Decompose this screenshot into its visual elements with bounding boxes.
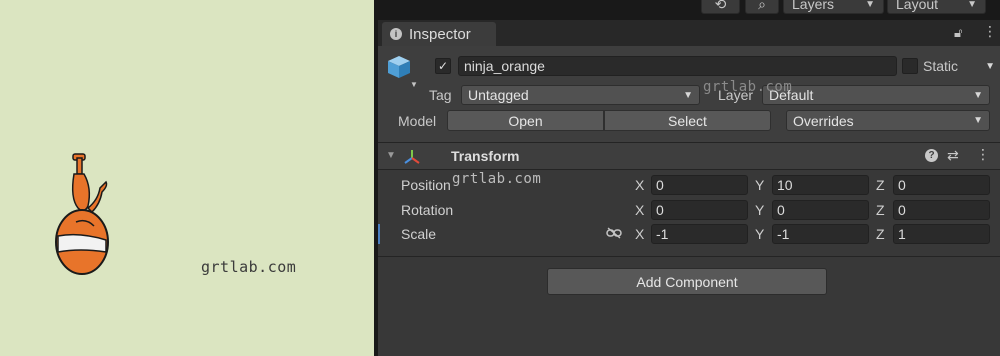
scale-z-axis-label[interactable]: Z	[876, 226, 885, 242]
rotation-z-field[interactable]: 0	[893, 200, 990, 220]
static-label: Static	[923, 58, 959, 74]
tag-label: Tag	[429, 87, 452, 103]
scale-z-field[interactable]: 1	[893, 224, 990, 244]
layers-dropdown[interactable]: Layers ▼	[783, 0, 884, 14]
rotation-y-axis-label[interactable]: Y	[755, 202, 764, 218]
foldout-arrow-icon[interactable]: ▼	[386, 150, 396, 161]
search-icon: ⌕	[758, 0, 766, 12]
rotation-y-field[interactable]: 0	[772, 200, 869, 220]
chevron-down-icon: ▼	[967, 0, 977, 10]
model-label: Model	[398, 113, 437, 129]
divider	[378, 256, 1000, 257]
chevron-down-icon: ▼	[973, 115, 983, 126]
tab-label: Inspector	[409, 25, 471, 43]
watermark-text: grtlab.com	[452, 171, 542, 187]
rotation-label: Rotation	[401, 202, 454, 218]
ninja-orange-character	[55, 153, 109, 275]
active-checkbox[interactable]: ✓	[435, 58, 451, 74]
prefab-cube-icon	[388, 56, 410, 78]
watermark-text: grtlab.com	[201, 258, 297, 276]
watermark-text: grtlab.com	[703, 79, 793, 95]
position-x-field[interactable]: 0	[651, 175, 748, 195]
rotation-x-field[interactable]: 0	[651, 200, 748, 220]
layout-dropdown[interactable]: Layout ▼	[887, 0, 986, 14]
static-checkbox[interactable]	[902, 58, 918, 74]
modified-marker	[378, 224, 380, 244]
scale-y-axis-label[interactable]: Y	[755, 226, 764, 242]
object-name-field[interactable]: ninja_orange	[458, 56, 897, 76]
chevron-down-icon[interactable]: ▼	[410, 80, 418, 89]
tab-inspector[interactable]: i Inspector	[382, 22, 496, 46]
divider	[378, 169, 1000, 170]
static-dropdown[interactable]: ▼	[979, 56, 995, 76]
position-y-axis-label[interactable]: Y	[755, 177, 764, 193]
presets-icon[interactable]: ⇄	[947, 147, 959, 164]
layers-label: Layers	[792, 0, 835, 12]
transform-title: Transform	[451, 148, 520, 164]
chevron-down-icon: ▼	[683, 89, 693, 101]
position-z-field[interactable]: 0	[893, 175, 990, 195]
history-icon: ⟲	[714, 0, 727, 12]
chevron-down-icon: ▼	[865, 0, 875, 10]
tag-value: Untagged	[468, 87, 529, 103]
overrides-label: Overrides	[793, 112, 854, 129]
scale-x-field[interactable]: -1	[651, 224, 748, 244]
position-z-axis-label[interactable]: Z	[876, 177, 885, 193]
layout-label: Layout	[896, 0, 939, 12]
scale-y-field[interactable]: -1	[772, 224, 869, 244]
help-icon[interactable]: ?	[925, 149, 938, 162]
open-button[interactable]: Open	[447, 110, 604, 131]
chevron-down-icon: ▼	[985, 60, 995, 72]
overrides-dropdown[interactable]: Overrides ▼	[786, 110, 990, 131]
select-button[interactable]: Select	[604, 110, 771, 131]
rotation-z-axis-label[interactable]: Z	[876, 202, 885, 218]
position-y-field[interactable]: 10	[772, 175, 869, 195]
tab-menu-icon[interactable]: ⋮	[983, 24, 997, 38]
history-button[interactable]: ⟲	[701, 0, 740, 14]
layer-dropdown[interactable]: Default ▼	[762, 85, 990, 105]
position-label: Position	[401, 177, 451, 193]
kebab-menu-icon[interactable]: ⋮	[976, 147, 990, 161]
search-button[interactable]: ⌕	[745, 0, 779, 14]
tag-dropdown[interactable]: Untagged ▼	[461, 85, 700, 105]
rotation-x-axis-label[interactable]: X	[635, 202, 644, 218]
chevron-down-icon: ▼	[973, 89, 983, 101]
info-icon: i	[390, 28, 402, 40]
transform-axes-icon	[404, 150, 420, 164]
link-icon[interactable]	[606, 227, 622, 239]
scale-x-axis-label[interactable]: X	[635, 226, 644, 242]
scene-view[interactable]: grtlab.com	[0, 0, 374, 356]
position-x-axis-label[interactable]: X	[635, 177, 644, 193]
scale-label: Scale	[401, 226, 437, 242]
add-component-button[interactable]: Add Component	[547, 268, 827, 295]
lock-icon[interactable]: 🔓︎	[954, 25, 962, 41]
